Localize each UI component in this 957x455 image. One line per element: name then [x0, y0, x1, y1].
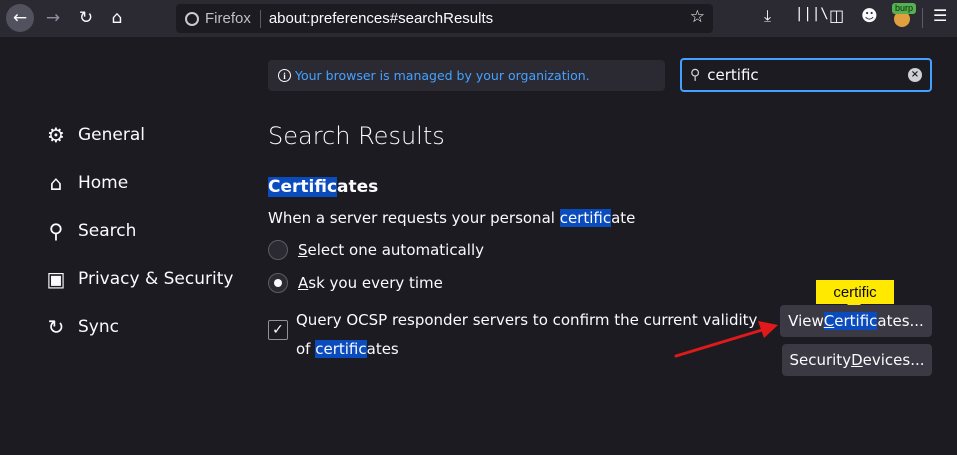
- firefox-icon: [185, 11, 199, 26]
- back-button[interactable]: ←: [6, 4, 34, 32]
- forward-button[interactable]: →: [39, 4, 67, 32]
- radio-label-rest: elect one automatically: [307, 241, 484, 259]
- url-separator: [259, 9, 261, 28]
- search-highlight: certific: [559, 209, 612, 227]
- search-icon: ⚲: [48, 219, 64, 243]
- info-icon: i: [278, 69, 291, 82]
- library-icon[interactable]: |||\: [795, 6, 829, 22]
- section-title-rest: ates: [337, 177, 379, 197]
- home-icon: ⌂: [111, 8, 123, 28]
- identity-label: Firefox: [205, 10, 251, 27]
- sidebar-item-label: Privacy & Security: [78, 269, 234, 289]
- home-icon: ⌂: [49, 171, 63, 195]
- sync-icon: ↻: [47, 315, 65, 339]
- sidebar-item-label: Search: [78, 221, 137, 241]
- section-title-certificates: Certificates: [268, 177, 378, 197]
- ocsp-label: Query OCSP responder servers to confirm …: [296, 306, 771, 364]
- radio-ask-every-time[interactable]: Ask you every time: [268, 272, 443, 294]
- ocsp-label-end: ates: [366, 340, 399, 358]
- radio-label: Ask you every time: [298, 274, 443, 292]
- description-text-end: ate: [611, 209, 636, 227]
- button-text-end: evices...: [862, 351, 925, 369]
- reload-icon: ↻: [78, 8, 94, 28]
- sidebar-item-search[interactable]: ⚲ Search: [44, 217, 137, 245]
- gear-icon: ⚙: [47, 123, 65, 147]
- security-devices-button[interactable]: Security Devices...: [782, 344, 932, 376]
- clear-search-icon[interactable]: ×: [908, 68, 922, 82]
- search-highlight: Certific: [823, 312, 878, 330]
- sidebar-icon[interactable]: ◫: [829, 6, 844, 25]
- arrow-left-icon: ←: [12, 8, 28, 28]
- description-text: When a server requests your personal: [268, 209, 560, 227]
- sidebar-item-home[interactable]: ⌂ Home: [44, 169, 129, 197]
- browser-toolbar: ← → ↻ ⌂ Firefox about:preferences#search…: [0, 0, 957, 37]
- search-highlight: certific: [315, 340, 367, 358]
- ocsp-checkbox[interactable]: ✓: [268, 320, 288, 340]
- certificate-request-description: When a server requests your personal cer…: [268, 209, 635, 227]
- accesskey: C: [823, 312, 835, 330]
- sidebar-item-label: General: [78, 125, 145, 145]
- account-icon[interactable]: ☻: [861, 6, 878, 25]
- reload-button[interactable]: ↻: [72, 4, 100, 32]
- search-match-tooltip: certific: [816, 280, 894, 311]
- search-value[interactable]: certific: [707, 66, 758, 84]
- url-bar[interactable]: Firefox about:preferences#searchResults …: [176, 4, 713, 33]
- search-highlight: Certific: [268, 177, 338, 197]
- highlight-rest: ertific: [834, 312, 878, 330]
- sidebar-item-label: Home: [78, 173, 129, 193]
- radio-button-checked[interactable]: [268, 273, 288, 293]
- sidebar-item-label: Sync: [78, 317, 119, 337]
- sidebar-item-privacy[interactable]: ▣ Privacy & Security: [44, 265, 234, 293]
- star-icon[interactable]: ☆: [690, 7, 705, 27]
- managed-notice[interactable]: i Your browser is managed by your organi…: [268, 60, 665, 91]
- sidebar-item-general[interactable]: ⚙ General: [44, 121, 145, 149]
- menu-icon[interactable]: ☰: [933, 6, 947, 25]
- managed-notice-text[interactable]: Your browser is managed by your organiza…: [295, 68, 590, 83]
- arrow-right-icon: →: [45, 8, 61, 28]
- lock-icon: ▣: [46, 267, 66, 291]
- url-text[interactable]: about:preferences#searchResults: [269, 10, 493, 27]
- burp-badge: burp: [892, 3, 917, 14]
- accesskey: D: [851, 351, 863, 369]
- home-button[interactable]: ⌂: [103, 4, 131, 32]
- button-text: View: [788, 312, 824, 330]
- radio-button[interactable]: [268, 240, 288, 260]
- radio-label-rest: sk you every time: [308, 274, 443, 292]
- button-text: Security: [789, 351, 852, 369]
- download-icon[interactable]: ⤓: [764, 6, 771, 26]
- button-text-end: ates...: [877, 312, 924, 330]
- accesskey: A: [298, 274, 309, 292]
- radio-label: Select one automatically: [298, 241, 484, 259]
- checkmark-icon: ✓: [272, 322, 284, 338]
- accesskey: S: [298, 241, 308, 259]
- preferences-search-input[interactable]: ⚲ certific ×: [680, 58, 932, 92]
- view-certificates-button[interactable]: View Certific ates...: [780, 305, 932, 337]
- search-icon: ⚲: [690, 67, 701, 83]
- toolbar-divider: [922, 8, 923, 28]
- page-title: Search Results: [268, 122, 445, 150]
- sidebar-item-sync[interactable]: ↻ Sync: [44, 313, 119, 341]
- radio-select-automatically[interactable]: Select one automatically: [268, 239, 484, 261]
